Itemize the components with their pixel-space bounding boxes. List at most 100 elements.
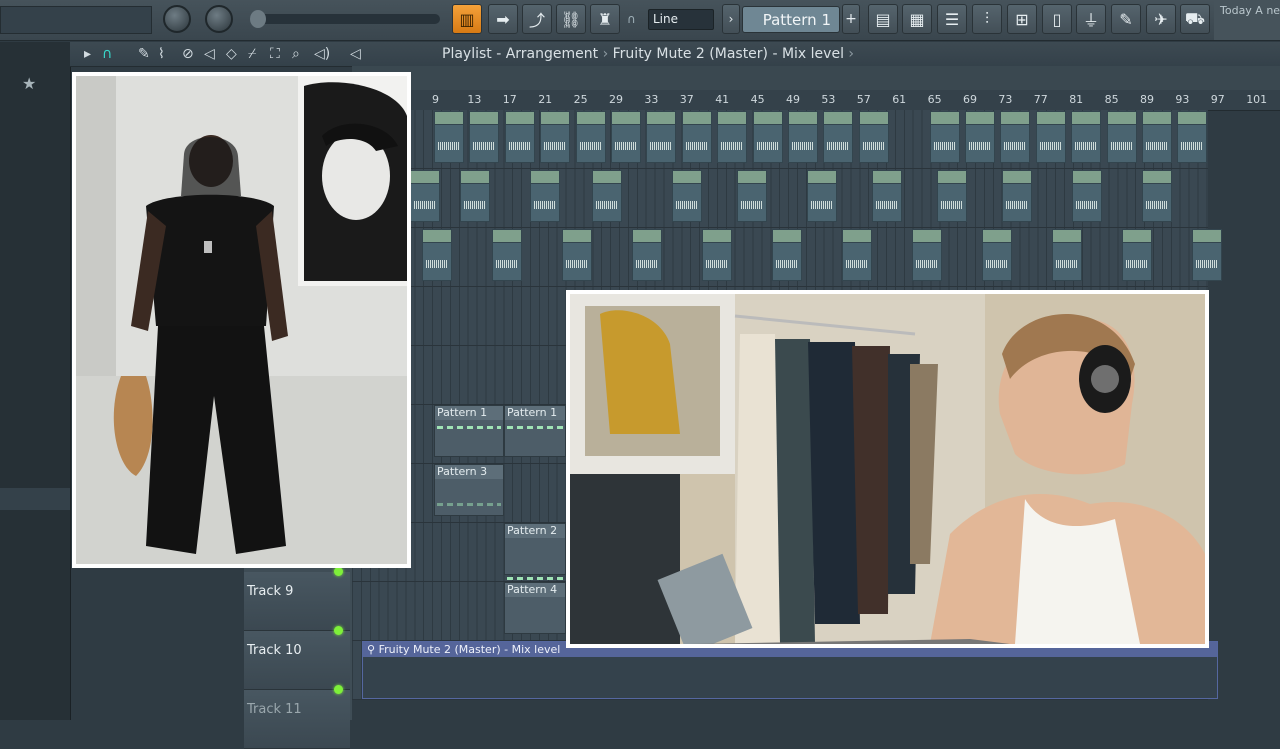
audio-clip[interactable] bbox=[912, 229, 942, 281]
audio-clip[interactable] bbox=[717, 111, 748, 163]
delete-icon[interactable]: ⊘ bbox=[182, 46, 194, 62]
audio-clip[interactable] bbox=[611, 111, 641, 163]
automation-clip[interactable]: ⚲ Fruity Mute 2 (Master) - Mix level bbox=[362, 641, 1218, 699]
audio-clip[interactable] bbox=[1071, 111, 1102, 163]
master-volume-knob[interactable] bbox=[163, 5, 191, 33]
audio-clip[interactable] bbox=[1002, 170, 1032, 222]
waveform bbox=[615, 142, 637, 150]
paint-icon[interactable]: ⌇ bbox=[158, 46, 165, 62]
audio-clip[interactable] bbox=[434, 111, 464, 163]
select-icon[interactable]: ⛶ bbox=[270, 46, 280, 62]
audio-clip[interactable] bbox=[504, 111, 535, 163]
audio-clip[interactable] bbox=[1106, 111, 1137, 163]
audio-clip[interactable] bbox=[1072, 170, 1102, 222]
track-enable-led[interactable] bbox=[334, 626, 343, 635]
breadcrumb-playlist[interactable]: Playlist - Arrangement bbox=[442, 46, 598, 62]
hint-input-field[interactable] bbox=[0, 6, 152, 34]
add-pattern-button[interactable]: + bbox=[842, 4, 860, 34]
mute-icon[interactable]: ◁ bbox=[204, 46, 215, 62]
track-enable-led[interactable] bbox=[334, 685, 343, 694]
project-file-icon[interactable]: ▯ bbox=[1042, 4, 1072, 34]
audio-clip[interactable] bbox=[530, 170, 560, 222]
audio-clip[interactable] bbox=[1122, 229, 1152, 281]
slide-tool-icon[interactable]: ⤴ bbox=[522, 4, 552, 34]
bar-ruler[interactable]: 9 13 17 21 25 29 33 37 41 45 49 53 57 61 65 69 73 77 81 85 8… bbox=[352, 90, 1280, 111]
audio-clip[interactable] bbox=[1035, 111, 1066, 163]
audio-clip[interactable] bbox=[807, 170, 837, 222]
audio-clip[interactable] bbox=[1142, 170, 1172, 222]
hint-bird-icon[interactable]: ✈ bbox=[1146, 4, 1176, 34]
brush-icon[interactable]: ✎ bbox=[1111, 4, 1141, 34]
audio-clip[interactable] bbox=[929, 111, 960, 163]
pattern-clip[interactable]: Pattern 1 bbox=[434, 405, 504, 457]
tempo-slider-handle[interactable] bbox=[250, 10, 266, 28]
mixer-icon[interactable]: ⫶ bbox=[972, 4, 1002, 34]
audio-clip[interactable] bbox=[1177, 111, 1208, 163]
clip-header bbox=[435, 112, 463, 125]
audio-clip[interactable] bbox=[410, 170, 440, 222]
audio-clip[interactable] bbox=[965, 111, 995, 163]
arrow-icon[interactable]: ➡ bbox=[488, 4, 518, 34]
audio-clip[interactable] bbox=[1000, 111, 1031, 163]
audio-clip[interactable] bbox=[752, 111, 783, 163]
audio-clip[interactable] bbox=[788, 111, 818, 163]
audio-clip[interactable] bbox=[672, 170, 702, 222]
audio-clip[interactable] bbox=[562, 229, 592, 281]
audio-clip[interactable] bbox=[646, 111, 677, 163]
stamp-icon[interactable]: ♜ bbox=[590, 4, 620, 34]
audio-clip[interactable] bbox=[460, 170, 490, 222]
playlist-window-icon[interactable]: ▤ bbox=[868, 4, 898, 34]
audio-clip[interactable] bbox=[937, 170, 967, 222]
audio-clip[interactable] bbox=[632, 229, 662, 281]
pattern-clip[interactable]: Pattern 4 bbox=[504, 577, 566, 634]
pattern-clip[interactable]: Pattern 1 bbox=[504, 405, 566, 457]
timeline-overview-strip[interactable] bbox=[352, 66, 1280, 90]
playback-icon[interactable]: ◁) bbox=[314, 46, 330, 62]
audio-clip[interactable] bbox=[982, 229, 1012, 281]
plugin-picker-icon[interactable]: ⏚ bbox=[1076, 4, 1106, 34]
audio-clip[interactable] bbox=[469, 111, 500, 163]
slice-icon[interactable]: ⌿ bbox=[248, 46, 256, 62]
audio-clip[interactable] bbox=[772, 229, 802, 281]
star-icon[interactable]: ★ bbox=[22, 74, 36, 93]
audio-clip[interactable] bbox=[592, 170, 622, 222]
audio-clip[interactable] bbox=[492, 229, 522, 281]
audio-clip[interactable] bbox=[575, 111, 606, 163]
audio-clip[interactable] bbox=[1142, 111, 1172, 163]
browser-tree-icon[interactable]: ⊞ bbox=[1007, 4, 1037, 34]
track-enable-led[interactable] bbox=[334, 567, 343, 576]
link-icon[interactable]: ⛓ bbox=[556, 4, 586, 34]
pencil-icon[interactable]: ✎ bbox=[138, 46, 150, 62]
zoom-icon[interactable]: ⌕ bbox=[292, 46, 300, 62]
audio-clip[interactable] bbox=[842, 229, 872, 281]
master-pitch-knob[interactable] bbox=[205, 5, 233, 33]
piano-roll-icon[interactable]: ▦ bbox=[902, 4, 932, 34]
slip-icon[interactable]: ◇ bbox=[226, 46, 237, 62]
audio-clip[interactable] bbox=[681, 111, 712, 163]
pattern-song-toggle-button[interactable]: ▥ bbox=[452, 4, 482, 34]
pattern-arrow-button[interactable]: › bbox=[722, 4, 740, 34]
pattern-selector[interactable]: Pattern 1 bbox=[742, 6, 840, 33]
tempo-slider[interactable] bbox=[250, 14, 440, 24]
news-hint[interactable]: Today A new version of FL bbox=[1214, 0, 1280, 40]
magnet-snap-icon[interactable]: ∩ bbox=[102, 46, 112, 62]
track-header[interactable]: Track 9 bbox=[244, 567, 350, 631]
audio-clip[interactable] bbox=[540, 111, 571, 163]
audio-clip[interactable] bbox=[872, 170, 902, 222]
breadcrumb-target[interactable]: Fruity Mute 2 (Master) - Mix level bbox=[613, 46, 844, 62]
audio-clip[interactable] bbox=[422, 229, 452, 281]
browser-selected-row[interactable] bbox=[0, 488, 70, 510]
channel-rack-icon[interactable]: ☰ bbox=[937, 4, 967, 34]
track-header[interactable]: Track 10 bbox=[244, 626, 350, 690]
audio-clip[interactable] bbox=[1192, 229, 1222, 281]
audio-clip[interactable] bbox=[858, 111, 889, 163]
audio-clip[interactable] bbox=[823, 111, 854, 163]
pattern-clip[interactable]: Pattern 3 bbox=[434, 464, 504, 516]
snap-select[interactable]: Line bbox=[648, 9, 714, 30]
shop-cart-icon[interactable]: ⛟ bbox=[1180, 4, 1210, 34]
menu-arrow-icon[interactable]: ▸ bbox=[84, 46, 91, 62]
audio-clip[interactable] bbox=[702, 229, 732, 281]
audio-clip[interactable] bbox=[737, 170, 767, 222]
pattern-clip[interactable]: Pattern 2 bbox=[504, 523, 566, 575]
audio-clip[interactable] bbox=[1052, 229, 1082, 281]
